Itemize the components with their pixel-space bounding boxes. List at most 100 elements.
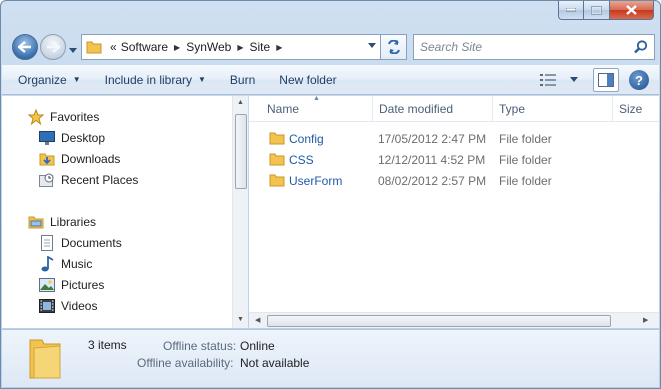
tree-libraries[interactable]: Libraries	[28, 212, 96, 232]
tree-item-label: Documents	[61, 236, 122, 250]
help-icon[interactable]: ?	[629, 70, 649, 90]
breadcrumb-site[interactable]: Site	[248, 40, 273, 54]
breadcrumb: « Software ▶ SynWeb ▶ Site ▶	[108, 40, 286, 54]
minimize-icon	[566, 8, 576, 12]
file-date: 08/02/2012 2:57 PM	[378, 173, 487, 188]
recent-places-icon	[39, 172, 55, 188]
column-headers: ▲ Name Date modified Type Size	[249, 95, 659, 122]
file-list-scrollbar[interactable]: ◀ ▶	[249, 312, 659, 328]
tree-item-label: Downloads	[61, 152, 121, 166]
tree-item-desktop[interactable]: Desktop	[39, 128, 105, 148]
tree-item-videos[interactable]: Videos	[39, 296, 97, 316]
tree-favorites[interactable]: Favorites	[28, 107, 99, 127]
desktop-icon	[39, 130, 55, 146]
breadcrumb-overflow[interactable]: «	[108, 40, 119, 54]
table-row[interactable]: UserForm 08/02/2012 2:57 PM File folder	[249, 170, 649, 191]
command-bar: Organize ▼ Include in library ▼ Burn New f…	[2, 65, 659, 95]
scrollbar-thumb[interactable]	[235, 114, 247, 189]
organize-label: Organize	[18, 72, 67, 87]
videos-icon	[39, 298, 55, 314]
column-type-label: Type	[499, 102, 526, 116]
close-button[interactable]	[610, 1, 654, 20]
address-history-icon[interactable]	[368, 43, 376, 49]
search-input[interactable]: Search Site	[420, 40, 482, 54]
address-bar[interactable]: « Software ▶ SynWeb ▶ Site ▶	[81, 34, 381, 60]
preview-pane-button[interactable]	[593, 68, 619, 92]
search-icon[interactable]	[634, 40, 648, 54]
tree-libraries-label: Libraries	[50, 215, 97, 229]
tree-item-pictures[interactable]: Pictures	[39, 275, 104, 295]
column-name-label: Name	[267, 102, 300, 116]
downloads-folder-icon	[39, 151, 55, 167]
tree-item-label: Recent Places	[61, 173, 139, 187]
tree-item-label: Videos	[61, 299, 98, 313]
tree-favorites-label: Favorites	[50, 110, 100, 124]
forward-button[interactable]	[40, 34, 66, 60]
column-size[interactable]: Size	[613, 96, 659, 122]
scroll-up-icon[interactable]: ▲	[237, 99, 244, 106]
file-name[interactable]: UserForm	[289, 170, 342, 191]
scroll-left-icon[interactable]: ◀	[255, 316, 260, 324]
change-view-button[interactable]	[537, 69, 559, 91]
tree-item-label: Music	[61, 257, 93, 271]
new-folder-label: New folder	[279, 72, 337, 87]
breadcrumb-separator-icon[interactable]: ▶	[276, 43, 282, 52]
tree-item-music[interactable]: Music	[39, 254, 92, 274]
offline-status-label: Offline status:	[163, 339, 237, 353]
file-type: File folder	[499, 152, 552, 167]
close-icon	[626, 5, 637, 15]
tree-item-recent-places[interactable]: Recent Places	[39, 170, 138, 190]
navigation-bar: « Software ▶ SynWeb ▶ Site ▶ Search Site	[9, 31, 657, 63]
new-folder-button[interactable]: New folder	[271, 68, 344, 92]
tree-item-label: Pictures	[61, 278, 105, 292]
column-name[interactable]: Name	[261, 96, 373, 122]
recent-pages-dropdown[interactable]	[69, 43, 77, 57]
scroll-down-icon[interactable]: ▼	[237, 316, 244, 323]
offline-status-value: Online	[240, 339, 275, 353]
arrow-left-icon	[18, 41, 31, 53]
libraries-icon	[28, 214, 44, 230]
music-icon	[39, 256, 55, 272]
breadcrumb-separator-icon[interactable]: ▶	[174, 43, 180, 52]
maximize-button[interactable]	[584, 1, 610, 20]
back-button[interactable]	[12, 34, 38, 60]
more-views-dropdown[interactable]	[563, 69, 585, 91]
column-date-modified[interactable]: Date modified	[373, 96, 493, 122]
breadcrumb-synweb[interactable]: SynWeb	[184, 40, 233, 54]
folder-tree: Favorites Desktop Downloads Recent Place…	[2, 96, 232, 328]
scrollbar-thumb[interactable]	[267, 315, 611, 327]
organize-button[interactable]: Organize ▼	[10, 68, 89, 92]
caption-buttons	[558, 1, 654, 20]
scroll-right-icon[interactable]: ▶	[643, 316, 648, 324]
pictures-icon	[39, 277, 55, 293]
burn-button[interactable]: Burn	[222, 68, 263, 92]
tree-item-downloads[interactable]: Downloads	[39, 149, 120, 169]
table-row[interactable]: CSS 12/12/2011 4:52 PM File folder	[249, 149, 649, 170]
include-in-library-label: Include in library	[104, 72, 192, 87]
file-name[interactable]: Config	[289, 128, 324, 149]
breadcrumb-software[interactable]: Software	[119, 40, 170, 54]
table-row[interactable]: Config 17/05/2012 2:47 PM File folder	[249, 128, 649, 149]
breadcrumb-separator-icon[interactable]: ▶	[237, 43, 243, 52]
offline-availability-value: Not available	[240, 356, 310, 370]
include-in-library-button[interactable]: Include in library ▼	[97, 68, 214, 92]
star-icon	[28, 109, 44, 125]
refresh-button[interactable]	[381, 34, 407, 60]
column-type[interactable]: Type	[493, 96, 613, 122]
tree-item-documents[interactable]: Documents	[39, 233, 122, 253]
folder-large-icon	[29, 339, 61, 379]
minimize-button[interactable]	[558, 1, 584, 20]
chevron-down-icon	[570, 77, 578, 82]
chevron-down-icon	[69, 48, 77, 53]
tree-item-label: Desktop	[61, 131, 106, 145]
explorer-window: « Software ▶ SynWeb ▶ Site ▶ Search Site…	[0, 0, 661, 389]
nav-pane-scrollbar[interactable]: ▲ ▼	[232, 96, 248, 328]
file-type: File folder	[499, 131, 552, 146]
column-size-label: Size	[619, 102, 643, 116]
folder-icon	[86, 41, 102, 54]
arrow-right-icon	[47, 41, 60, 53]
file-name[interactable]: CSS	[289, 149, 314, 170]
file-list: ▲ Name Date modified Type Size Config 17…	[249, 95, 659, 328]
navigation-pane: Favorites Desktop Downloads Recent Place…	[2, 96, 248, 328]
search-box[interactable]: Search Site	[413, 34, 655, 60]
